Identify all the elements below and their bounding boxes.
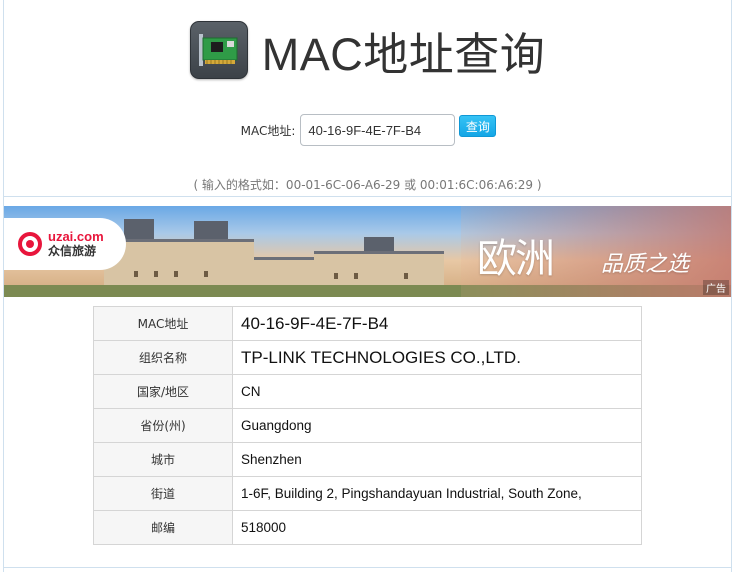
row-key: 国家/地区 [93, 374, 233, 409]
table-row: 省份(州) Guangdong [93, 408, 642, 443]
castle-center [314, 251, 444, 287]
network-card-icon [189, 21, 248, 79]
window [204, 271, 208, 277]
promo-panel: 欧洲 品质之选 [461, 206, 731, 297]
row-value: 40-16-9F-4E-7F-B4 [232, 306, 642, 341]
promo-tagline: 品质之选 [601, 252, 690, 277]
row-key: 组织名称 [93, 340, 233, 375]
ad-banner[interactable]: uzai.com 众信旅游 欧洲 品质之选 广告 [4, 206, 731, 297]
format-hint: ( 输入的格式如：00-01-6C-06-A6-29 或 00:01:6C:06… [193, 178, 542, 192]
table-row: 组织名称 TP-LINK TECHNOLOGIES CO.,LTD. [93, 340, 642, 375]
page-header: MAC地址查询 [0, 10, 735, 90]
table-row: 街道 1-6F, Building 2, Pingshandayuan Indu… [93, 476, 642, 511]
page-frame-bottom [3, 567, 732, 568]
uzai-logo-icon [18, 232, 42, 256]
window [404, 273, 408, 279]
row-key: 省份(州) [93, 408, 233, 443]
row-value: CN [232, 374, 642, 409]
search-form: MAC地址: 查询 [0, 113, 735, 147]
promo-headline: 欧洲 [477, 236, 555, 282]
divider [3, 196, 732, 197]
row-key: 城市 [93, 442, 233, 477]
window [354, 273, 358, 279]
result-table: MAC地址 40-16-9F-4E-7F-B4 组织名称 TP-LINK TEC… [93, 306, 642, 545]
row-value: TP-LINK TECHNOLOGIES CO.,LTD. [232, 340, 642, 375]
table-row: 城市 Shenzhen [93, 442, 642, 477]
table-row: 邮编 518000 [93, 510, 642, 545]
brand-logo: uzai.com 众信旅游 [4, 218, 126, 270]
window [334, 273, 338, 279]
castle-wing [254, 257, 314, 287]
page-title: MAC地址查询 [261, 28, 546, 80]
row-key: 街道 [93, 476, 233, 511]
castle-tower [124, 219, 154, 239]
row-value: 518000 [232, 510, 642, 545]
search-button[interactable]: 查询 [459, 115, 497, 137]
castle-tower [194, 221, 228, 239]
castle-left [104, 239, 254, 287]
window [154, 271, 158, 277]
brand-name: 众信旅游 [48, 244, 97, 258]
brand-domain: uzai.com [48, 229, 104, 244]
table-row: 国家/地区 CN [93, 374, 642, 409]
castle-tower [364, 237, 394, 251]
ad-label: 广告 [703, 280, 729, 295]
row-value: 1-6F, Building 2, Pingshandayuan Industr… [232, 476, 642, 511]
row-key: MAC地址 [93, 306, 233, 341]
row-key: 邮编 [93, 510, 233, 545]
search-label: MAC地址: [240, 123, 296, 138]
table-row: MAC地址 40-16-9F-4E-7F-B4 [93, 306, 642, 341]
window [174, 271, 178, 277]
mac-address-input[interactable] [300, 114, 456, 146]
row-value: Shenzhen [232, 442, 642, 477]
row-value: Guangdong [232, 408, 642, 443]
window [134, 271, 138, 277]
